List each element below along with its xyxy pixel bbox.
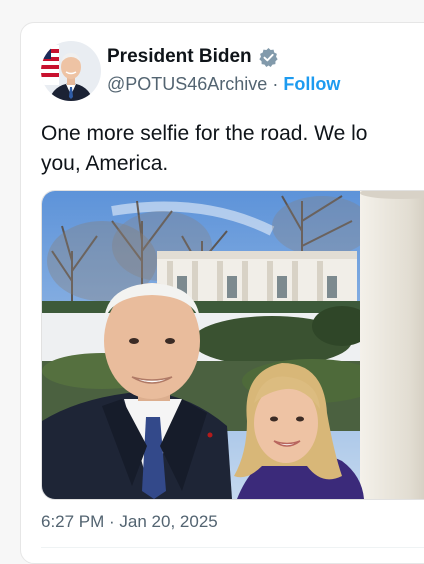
author-handle-row: @POTUS46Archive · Follow [107, 74, 340, 95]
author-display-name[interactable]: President Biden [107, 46, 252, 68]
tweet-text: One more selfie for the road. We lo you,… [41, 122, 368, 175]
selfie-photo [42, 191, 424, 499]
separator-dot: · [272, 74, 279, 94]
tweet-photo[interactable] [41, 190, 424, 500]
tweet-timestamp[interactable]: 6:27 PM · Jan 20, 2025 [41, 512, 218, 532]
avatar-image [41, 41, 101, 101]
follow-button[interactable]: Follow [283, 74, 340, 95]
tweet-card: President Biden @POTUS46Archive · Follow… [20, 22, 424, 564]
avatar[interactable] [41, 41, 101, 101]
divider [41, 547, 424, 548]
author-name-row: President Biden [107, 46, 279, 68]
author-handle[interactable]: @POTUS46Archive [107, 74, 267, 95]
verified-badge-icon [258, 47, 279, 68]
